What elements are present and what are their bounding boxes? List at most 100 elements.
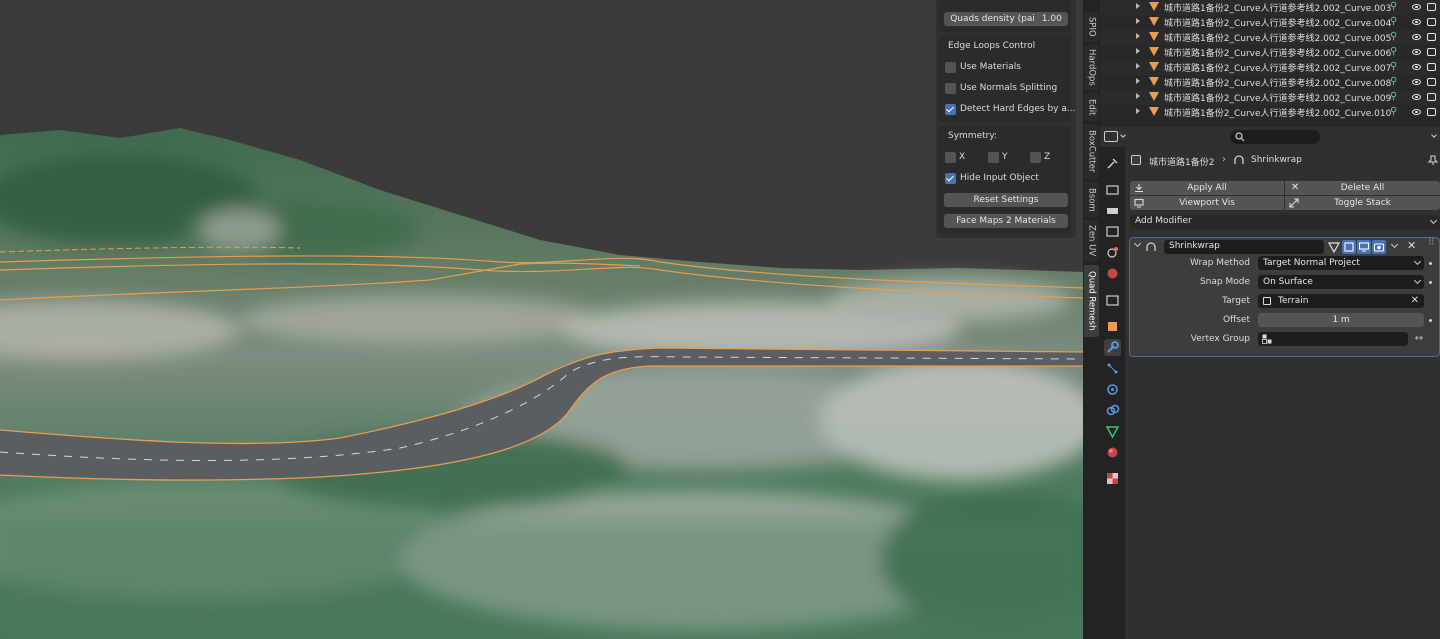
add-modifier-dropdown[interactable]: Add Modifier (1130, 215, 1440, 229)
tab-quad-remesh[interactable]: Quad Remesh (1084, 265, 1099, 337)
offset-field[interactable]: 1 m (1258, 313, 1424, 327)
collapse-chevron-icon[interactable] (1133, 239, 1142, 248)
tab-zen-uv[interactable]: Zen UV (1084, 220, 1099, 262)
particles-tab[interactable] (1104, 360, 1121, 377)
drag-handle-icon[interactable]: ⠿ (1428, 238, 1435, 248)
tab-bsom[interactable]: Bsom (1084, 182, 1099, 217)
render-camera-icon[interactable] (1427, 108, 1436, 116)
world-tab[interactable] (1104, 265, 1121, 282)
visibility-eye-icon[interactable] (1412, 34, 1421, 40)
tab-hardops[interactable]: HardOps (1084, 45, 1099, 90)
render-camera-icon[interactable] (1427, 48, 1436, 56)
expand-arrow-icon[interactable] (1136, 78, 1140, 84)
3d-viewport[interactable] (0, 0, 1085, 639)
pin-icon[interactable] (1427, 154, 1439, 166)
scene-tab[interactable] (1104, 244, 1121, 261)
quads-density-field[interactable]: Quads density (pai 1.00 (944, 12, 1068, 26)
tab-edit[interactable]: Edit (1084, 93, 1099, 121)
visibility-eye-icon[interactable] (1412, 19, 1421, 25)
keyframe-dot-icon[interactable] (1429, 319, 1432, 322)
view-layer-tab[interactable] (1104, 223, 1121, 240)
viewport-vis-button[interactable]: Viewport Vis (1130, 196, 1284, 210)
symmetry-y-checkbox[interactable] (988, 152, 999, 163)
modifier-wrench-icon: ⚲ (1390, 31, 1398, 42)
expand-arrow-icon[interactable] (1136, 93, 1140, 99)
keyframe-dot-icon[interactable] (1429, 262, 1432, 265)
tool-tab[interactable] (1104, 155, 1121, 172)
visibility-eye-icon[interactable] (1412, 64, 1421, 70)
visibility-eye-icon[interactable] (1412, 109, 1421, 115)
add-modifier-label: Add Modifier (1135, 216, 1192, 226)
render-camera-icon[interactable] (1427, 63, 1436, 71)
expand-arrow-icon[interactable] (1136, 3, 1140, 9)
outliner-row[interactable]: 城市道路1备份2_Curve人行道参考线2.002_Curve.005 ⚲ (1100, 30, 1440, 45)
outliner-row[interactable]: 城市道路1备份2_Curve人行道参考线2.002_Curve.004 ⚲ (1100, 15, 1440, 30)
editor-type-icon[interactable] (1104, 131, 1118, 142)
visibility-eye-icon[interactable] (1412, 49, 1421, 55)
outliner-row[interactable]: 城市道路1备份2_Curve人行道参考线2.002_Curve.003 ⚲ (1100, 0, 1440, 15)
expand-arrow-icon[interactable] (1136, 108, 1140, 114)
modifier-name-input[interactable]: Shrinkwrap (1164, 240, 1324, 254)
texture-tab[interactable] (1104, 470, 1121, 487)
render-camera-icon[interactable] (1427, 33, 1436, 41)
render-toggle[interactable] (1372, 240, 1386, 254)
mesh-icon (1149, 47, 1159, 56)
keyframe-dot-icon[interactable] (1429, 281, 1432, 284)
visibility-eye-icon[interactable] (1412, 4, 1421, 10)
collection-icon (1106, 295, 1119, 306)
properties-search-input[interactable] (1230, 130, 1320, 144)
outliner-row[interactable]: 城市道路1备份2_Curve人行道参考线2.002_Curve.006 ⚲ (1100, 45, 1440, 60)
detect-hard-edges-checkbox[interactable] (945, 104, 956, 115)
snap-mode-dropdown[interactable]: On Surface (1258, 275, 1424, 289)
object-tab[interactable] (1104, 318, 1121, 335)
vertex-group-field[interactable] (1258, 332, 1408, 346)
use-normals-splitting-checkbox[interactable] (945, 83, 956, 94)
use-materials-checkbox[interactable] (945, 62, 956, 73)
output-tab[interactable] (1104, 202, 1121, 219)
expand-arrow-icon[interactable] (1136, 63, 1140, 69)
edit-mode-icon[interactable] (1328, 241, 1340, 253)
object-name: 城市道路1备份2_Curve人行道参考线2.002_Curve.006 (1164, 49, 1392, 59)
particles-icon (1107, 363, 1118, 374)
apply-all-button[interactable]: Apply All (1130, 181, 1284, 195)
invert-arrows-icon[interactable]: ↔ (1412, 332, 1426, 346)
reset-settings-button[interactable]: Reset Settings (944, 193, 1068, 207)
physics-tab[interactable] (1104, 381, 1121, 398)
outliner-row[interactable]: 城市道路1备份2_Curve人行道参考线2.002_Curve.009 ⚲ (1100, 90, 1440, 105)
clear-icon[interactable]: ✕ (1411, 294, 1419, 308)
wrap-method-dropdown[interactable]: Target Normal Project (1258, 256, 1424, 270)
target-field[interactable]: Terrain ✕ (1258, 294, 1424, 308)
render-camera-icon[interactable] (1427, 93, 1436, 101)
chevron-down-icon[interactable] (1390, 240, 1399, 249)
outliner-row[interactable]: 城市道路1备份2_Curve人行道参考线2.002_Curve.007 ⚲ (1100, 60, 1440, 75)
data-tab[interactable] (1104, 423, 1121, 440)
close-icon[interactable]: ✕ (1407, 239, 1416, 252)
render-camera-icon[interactable] (1427, 18, 1436, 26)
tab-boxcutter[interactable]: BoxCutter (1084, 124, 1099, 179)
modifier-tab[interactable] (1104, 339, 1121, 356)
expand-arrow-icon[interactable] (1136, 33, 1140, 39)
tab-spio[interactable]: SPIO (1084, 12, 1099, 42)
render-camera-icon[interactable] (1427, 3, 1436, 11)
visibility-eye-icon[interactable] (1412, 79, 1421, 85)
toggle-stack-button[interactable]: Toggle Stack (1285, 196, 1440, 210)
symmetry-x-checkbox[interactable] (945, 152, 956, 163)
render-tab[interactable] (1104, 181, 1121, 198)
outliner-row[interactable]: 城市道路1备份2_Curve人行道参考线2.002_Curve.008 ⚲ (1100, 75, 1440, 90)
realtime-toggle[interactable] (1357, 240, 1371, 254)
on-cage-toggle[interactable] (1342, 240, 1356, 254)
render-camera-icon[interactable] (1427, 78, 1436, 86)
symmetry-z-checkbox[interactable] (1030, 152, 1041, 163)
expand-arrow-icon[interactable] (1136, 18, 1140, 24)
collection-tab[interactable] (1104, 292, 1121, 309)
chevron-down-icon[interactable] (1120, 132, 1126, 138)
hide-input-object-checkbox[interactable] (945, 173, 956, 184)
expand-arrow-icon[interactable] (1136, 48, 1140, 54)
visibility-eye-icon[interactable] (1412, 94, 1421, 100)
constraints-tab[interactable] (1104, 402, 1121, 419)
delete-all-button[interactable]: ✕ Delete All (1285, 181, 1440, 195)
chevron-down-icon[interactable] (1431, 132, 1437, 138)
face-maps-2-materials-button[interactable]: Face Maps 2 Materials (944, 214, 1068, 228)
material-tab[interactable] (1104, 444, 1121, 461)
outliner-row[interactable]: 城市道路1备份2_Curve人行道参考线2.002_Curve.010 ⚲ (1100, 105, 1440, 120)
